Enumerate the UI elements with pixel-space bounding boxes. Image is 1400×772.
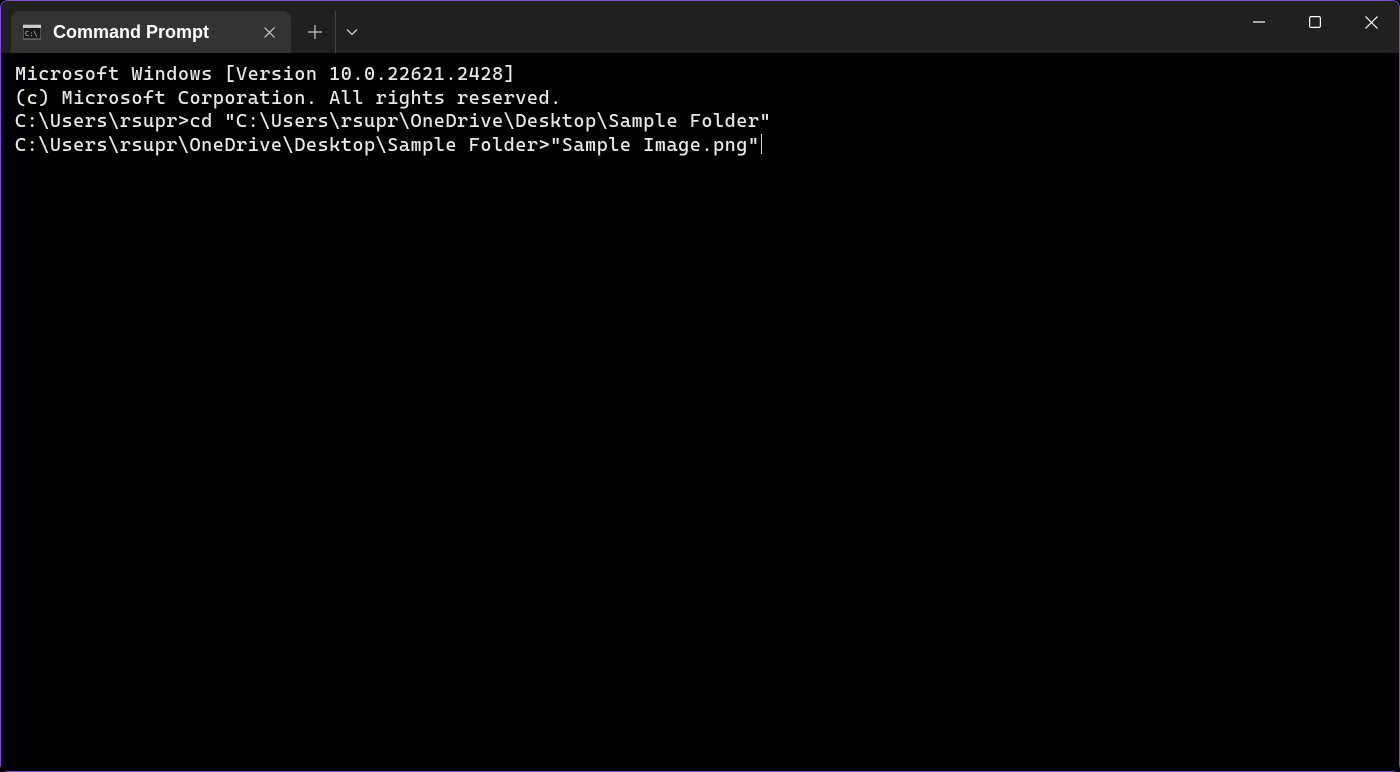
maximize-button[interactable] bbox=[1287, 1, 1343, 43]
terminal-line: C:\Users\rsupr\OneDrive\Desktop\Sample F… bbox=[15, 134, 760, 156]
new-tab-button[interactable] bbox=[295, 11, 335, 53]
close-window-button[interactable] bbox=[1343, 1, 1399, 43]
minimize-button[interactable] bbox=[1231, 1, 1287, 43]
tab-strip: C:\ Command Prompt bbox=[1, 1, 367, 53]
tab-active[interactable]: C:\ Command Prompt bbox=[11, 11, 291, 53]
terminal-content[interactable]: Microsoft Windows [Version 10.0.22621.24… bbox=[1, 53, 1399, 771]
close-icon bbox=[264, 27, 275, 38]
minimize-icon bbox=[1253, 16, 1265, 28]
terminal-line: (c) Microsoft Corporation. All rights re… bbox=[15, 87, 1385, 111]
text-cursor bbox=[761, 134, 762, 154]
plus-icon bbox=[308, 25, 322, 39]
command-prompt-icon: C:\ bbox=[23, 23, 41, 41]
terminal-line: C:\Users\rsupr>cd "C:\Users\rsupr\OneDri… bbox=[15, 110, 1385, 134]
tab-dropdown-button[interactable] bbox=[335, 11, 367, 53]
svg-text:C:\: C:\ bbox=[25, 30, 38, 38]
maximize-icon bbox=[1309, 16, 1321, 28]
tab-close-button[interactable] bbox=[259, 22, 279, 42]
tab-title: Command Prompt bbox=[53, 22, 239, 43]
titlebar: C:\ Command Prompt bbox=[1, 1, 1399, 53]
terminal-line: Microsoft Windows [Version 10.0.22621.24… bbox=[15, 63, 1385, 87]
window-controls bbox=[1231, 1, 1399, 43]
chevron-down-icon bbox=[346, 28, 358, 36]
close-icon bbox=[1365, 16, 1378, 29]
